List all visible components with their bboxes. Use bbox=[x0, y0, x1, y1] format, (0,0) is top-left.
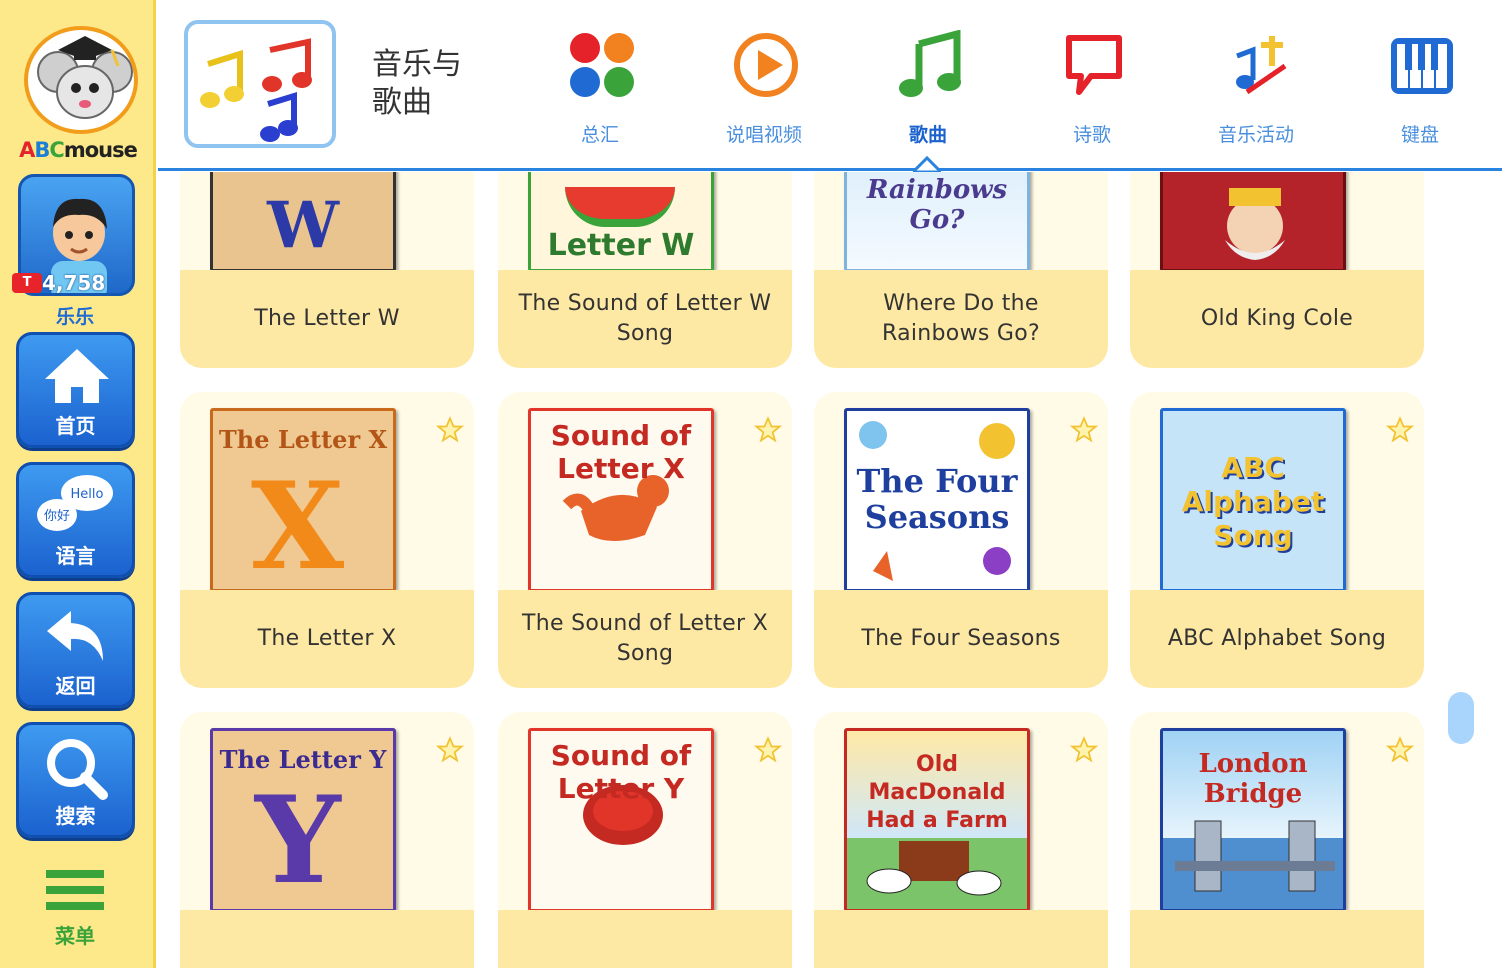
star-icon bbox=[1386, 416, 1414, 443]
star-icon bbox=[1386, 736, 1414, 763]
menu-button[interactable]: 菜单 bbox=[40, 866, 110, 956]
tab-overview[interactable]: 总汇 bbox=[540, 24, 660, 154]
tab-poems[interactable]: 诗歌 bbox=[1032, 24, 1152, 154]
search-button[interactable]: 搜索 bbox=[16, 722, 135, 838]
song-card[interactable]: The Letter X X The Letter X bbox=[180, 392, 474, 688]
search-label: 搜索 bbox=[55, 804, 96, 828]
song-card[interactable]: W The Letter W bbox=[180, 172, 474, 368]
tab-music-activities[interactable]: 音乐活动 bbox=[1196, 24, 1316, 154]
song-thumbnail: W bbox=[210, 172, 396, 272]
song-thumbnail: Sound of Letter X bbox=[528, 408, 714, 592]
mouse-mascot-icon bbox=[24, 26, 138, 134]
speech-bubble-icon bbox=[1066, 35, 1122, 95]
tab-songs[interactable]: 歌曲 bbox=[868, 24, 988, 154]
song-title: The Letter X bbox=[180, 590, 474, 688]
sidebar: ABCmouse T 4,758 乐乐 首页 Hello 你好 语言 返回 搜索… bbox=[0, 0, 156, 968]
abcmouse-logo[interactable]: ABCmouse bbox=[10, 8, 146, 162]
topbar-divider bbox=[158, 168, 1502, 171]
song-thumbnail: The Four Seasons bbox=[844, 408, 1030, 592]
logo-text: ABCmouse bbox=[19, 138, 138, 162]
ticket-badge: T bbox=[12, 273, 42, 293]
back-button[interactable]: 返回 bbox=[16, 592, 135, 708]
song-title: The Sound of Letter X Song bbox=[498, 590, 792, 688]
song-card[interactable]: ABC Alphabet Song ABC Alphabet Song bbox=[1130, 392, 1424, 688]
menu-label: 菜单 bbox=[55, 924, 95, 948]
song-card[interactable]: Rainbows Go? Where Do the Rainbows Go? bbox=[814, 172, 1108, 368]
song-title bbox=[180, 910, 474, 968]
play-circle-icon bbox=[734, 33, 798, 97]
home-label: 首页 bbox=[55, 414, 96, 438]
dots-grid-icon bbox=[570, 33, 634, 97]
music-notes-icon bbox=[200, 38, 312, 142]
star-icon bbox=[436, 736, 464, 763]
music-pencil-icon bbox=[1236, 36, 1287, 95]
song-title: ABC Alphabet Song bbox=[1130, 590, 1424, 688]
song-title: The Four Seasons bbox=[814, 590, 1108, 688]
home-button[interactable]: 首页 bbox=[16, 332, 135, 448]
back-arrow-icon bbox=[47, 611, 103, 661]
language-button[interactable]: Hello 你好 语言 bbox=[16, 462, 135, 578]
star-icon bbox=[1070, 736, 1098, 763]
song-title bbox=[498, 910, 792, 968]
song-card[interactable]: Old King Cole bbox=[1130, 172, 1424, 368]
hello-bubble-text: Hello bbox=[71, 487, 104, 502]
house-icon bbox=[45, 349, 109, 403]
user-name: 乐乐 bbox=[55, 306, 94, 328]
song-title bbox=[814, 910, 1108, 968]
star-icon bbox=[754, 736, 782, 763]
king-illustration bbox=[1225, 188, 1285, 260]
song-card[interactable]: Old MacDonald Had a Farm bbox=[814, 712, 1108, 968]
song-grid: W The Letter W Letter W The Sound of Let… bbox=[158, 172, 1502, 968]
keyboard-icon bbox=[1391, 38, 1453, 94]
tab-music-activities-label: 音乐活动 bbox=[1217, 124, 1294, 146]
song-title: The Sound of Letter W Song bbox=[498, 270, 792, 368]
song-thumbnail: Sound of Letter Y bbox=[528, 728, 714, 912]
song-card[interactable]: Letter W The Sound of Letter W Song bbox=[498, 172, 792, 368]
tab-rap-videos-label: 说唱视频 bbox=[725, 124, 802, 146]
song-thumbnail: The Letter X X bbox=[210, 408, 396, 592]
star-icon bbox=[1070, 416, 1098, 443]
bridge-illustration bbox=[1175, 820, 1335, 892]
song-thumbnail bbox=[1160, 172, 1346, 272]
nihao-bubble-text: 你好 bbox=[44, 509, 70, 524]
song-thumbnail: Letter W bbox=[528, 172, 714, 272]
tab-keyboard[interactable]: 键盘 bbox=[1360, 24, 1480, 154]
song-title: Where Do the Rainbows Go? bbox=[814, 270, 1108, 368]
category-title: 音乐与 歌曲 bbox=[372, 47, 462, 120]
back-label: 返回 bbox=[55, 674, 96, 698]
tab-poems-label: 诗歌 bbox=[1072, 124, 1111, 146]
song-thumbnail: The Letter Y Y bbox=[210, 728, 396, 912]
tab-keyboard-label: 键盘 bbox=[1400, 124, 1439, 146]
song-card[interactable]: Sound of Letter Y bbox=[498, 712, 792, 968]
song-card[interactable]: The Four Seasons The Four Seasons bbox=[814, 392, 1108, 688]
tab-overview-label: 总汇 bbox=[580, 124, 619, 146]
song-title: Old King Cole bbox=[1130, 270, 1424, 368]
star-icon bbox=[754, 416, 782, 443]
song-thumbnail: London Bridge bbox=[1160, 728, 1346, 912]
active-tab-indicator bbox=[913, 156, 941, 172]
song-title bbox=[1130, 910, 1424, 968]
coin-value: 4,758 bbox=[42, 271, 106, 295]
hamburger-icon bbox=[46, 870, 104, 910]
language-label: 语言 bbox=[55, 544, 96, 568]
song-card[interactable]: London Bridge bbox=[1130, 712, 1424, 968]
farm-illustration bbox=[866, 841, 1002, 896]
song-card[interactable]: The Letter Y Y bbox=[180, 712, 474, 968]
music-note-icon bbox=[899, 30, 961, 97]
scrollbar-thumb[interactable] bbox=[1448, 692, 1474, 744]
coin-counter: T 4,758 bbox=[12, 270, 136, 296]
star-icon bbox=[436, 416, 464, 443]
song-title: The Letter W bbox=[180, 270, 474, 368]
song-thumbnail: ABC Alphabet Song bbox=[1160, 408, 1346, 592]
tab-songs-label: 歌曲 bbox=[908, 124, 947, 146]
chat-bubbles-icon: Hello 你好 bbox=[37, 475, 113, 531]
song-card[interactable]: Sound of Letter X The Sound of Letter X … bbox=[498, 392, 792, 688]
tab-rap-videos[interactable]: 说唱视频 bbox=[704, 24, 824, 154]
search-icon bbox=[47, 739, 108, 800]
song-thumbnail: Old MacDonald Had a Farm bbox=[844, 728, 1030, 912]
category-icon-box bbox=[184, 20, 336, 148]
song-thumbnail: Rainbows Go? bbox=[844, 172, 1030, 272]
